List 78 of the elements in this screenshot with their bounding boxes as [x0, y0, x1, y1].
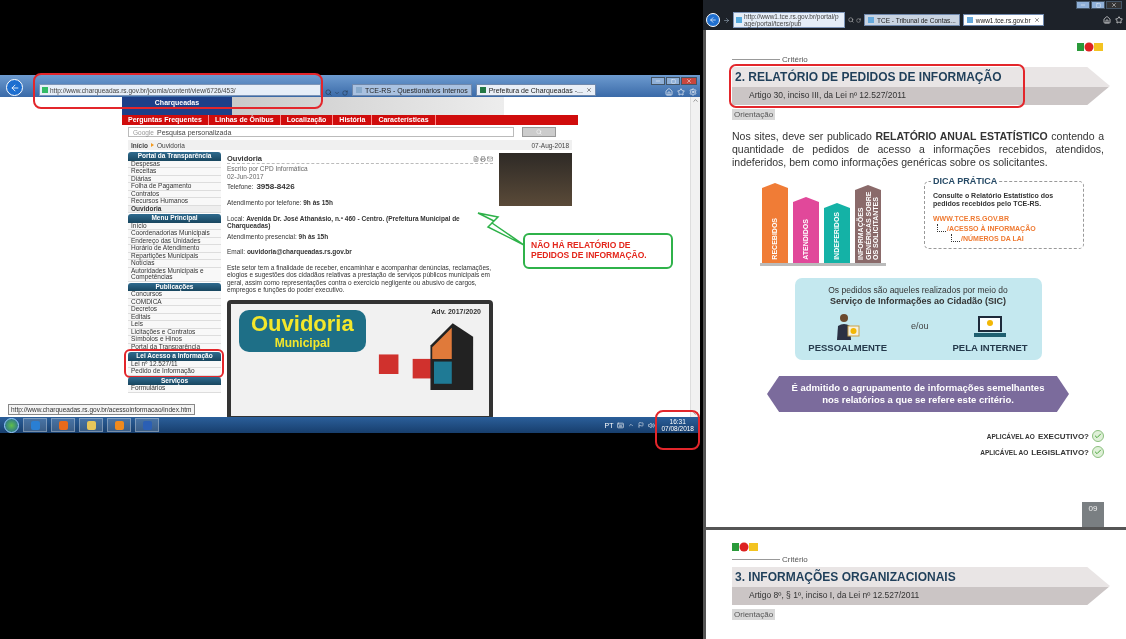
flag-icon[interactable] [638, 422, 645, 428]
home-icon[interactable] [1103, 16, 1111, 24]
home-icon[interactable] [665, 88, 673, 96]
back-arrow-icon [9, 82, 20, 93]
section-title: 2. RELATÓRIO DE PEDIDOS DE INFORMAÇÃO [735, 68, 1003, 86]
connector-line [937, 224, 946, 232]
note-banner: É admitido o agrupamento de informações semelhantes nos relatórios a que se refere este critério. [767, 376, 1069, 412]
favicon-icon [736, 17, 742, 23]
applicability-label: LEGISLATIVO? [1031, 447, 1089, 457]
guidance-paragraph: Nos sites, deve ser publicado RELATÓRIO ANUAL ESTATÍSTICO contendo a quantidade de pedidos de acesso a informações recebidos, atendidos, indeferidos, bem como informações genéricas sobre os solicitantes. [732, 130, 1104, 169]
callout-note: NÃO HÁ RELATÓRIO DE PEDIDOS DE INFORMAÇÃO. [523, 233, 673, 269]
close-icon [1111, 2, 1117, 8]
refresh-icon[interactable] [342, 89, 348, 96]
search-icon[interactable] [325, 89, 332, 96]
scroll-down-icon [692, 410, 699, 417]
close-icon[interactable] [1033, 17, 1040, 23]
info-text: Os pedidos são aqueles realizados por meio do Serviço de Informações ao Cidadão (SIC) [828, 285, 1008, 307]
search-button[interactable] [522, 127, 556, 137]
back-button[interactable] [706, 13, 720, 27]
minimize-icon [1080, 2, 1086, 8]
taskbar-app-button[interactable] [23, 418, 47, 432]
maximize-button[interactable] [1091, 1, 1105, 9]
favicon-icon [966, 17, 973, 23]
criterion-label: Critério [782, 555, 808, 564]
maximize-button[interactable] [666, 77, 680, 85]
star-icon[interactable] [677, 88, 685, 96]
close-button[interactable] [681, 77, 697, 85]
guidance-tag: Orientação [732, 109, 776, 120]
close-button[interactable] [1106, 1, 1122, 9]
back-arrow-icon [709, 16, 717, 24]
favicon-icon [479, 87, 486, 93]
taskbar-app-button[interactable] [135, 418, 159, 432]
minimize-button[interactable] [651, 77, 665, 85]
logo-icon [732, 542, 759, 552]
close-icon[interactable] [585, 87, 592, 93]
section-title: 3. INFORMAÇÕES ORGANIZACIONAIS [735, 568, 957, 586]
settings-icon[interactable] [689, 88, 697, 96]
logo-icon [1077, 42, 1104, 52]
applicability-label: EXECUTIVO? [1037, 431, 1089, 441]
scrollbar[interactable] [690, 97, 700, 417]
favicon-icon [356, 87, 362, 93]
minimize-icon [655, 78, 661, 84]
guidance-tag: Orientação [732, 609, 776, 620]
person-icon [835, 312, 860, 340]
annotation-frame [655, 410, 700, 450]
banner-subtitle: Municipal [274, 335, 330, 350]
section-subtitle: Artigo 30, inciso III, da Lei nº 12.527/2011 [748, 89, 907, 102]
maximize-icon [1095, 2, 1101, 8]
page-number: 09 [1082, 502, 1104, 527]
taskbar-app-button[interactable] [107, 418, 131, 432]
option-label: PELA INTERNET [952, 342, 1028, 353]
taskbar-app-button[interactable] [51, 418, 75, 432]
close-icon [686, 78, 692, 84]
favicon-icon [42, 87, 48, 93]
forward-button[interactable] [723, 16, 730, 24]
tip-title: DICA PRÁTICA [931, 176, 1000, 186]
banner-title: Ouvidoria [251, 311, 354, 336]
criterion-label: Critério [782, 55, 808, 64]
volume-icon[interactable] [648, 421, 656, 429]
section-subtitle: Artigo 8º, § 1º, inciso I, da Lei nº 12.527/2011 [748, 589, 921, 602]
keyboard-icon[interactable] [617, 421, 625, 429]
favicon-icon [868, 17, 874, 23]
minimize-button[interactable] [1076, 1, 1090, 9]
star-icon[interactable] [1115, 16, 1123, 24]
search-icon [536, 129, 542, 135]
start-button[interactable] [4, 417, 19, 433]
option-label: PESSOALMENTE [808, 342, 887, 353]
maximize-icon [670, 78, 676, 84]
scroll-up-icon [692, 97, 699, 104]
connector-text: e/ou [911, 321, 929, 331]
print-icon[interactable] [480, 155, 486, 162]
pdf-icon[interactable] [473, 155, 479, 162]
taskbar-app-button[interactable] [79, 418, 103, 432]
mail-icon[interactable] [487, 155, 493, 162]
phone-number: 3958-8426 [256, 182, 295, 191]
arrow-icon [151, 143, 154, 147]
laptop-icon [973, 314, 1008, 340]
connector-line [951, 234, 960, 242]
